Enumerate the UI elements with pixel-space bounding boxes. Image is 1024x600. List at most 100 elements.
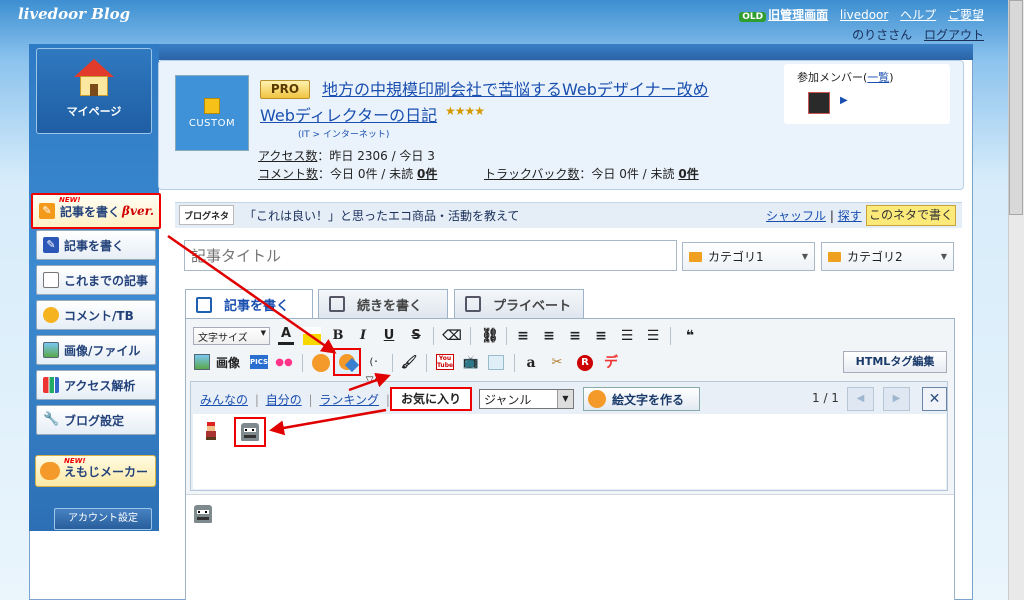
sidebar-item-comments[interactable]: コメント/TB [36,300,156,330]
sidebar-item-blog-settings[interactable]: 🔧 ブログ設定 [36,405,156,435]
text-color-icon[interactable]: A [278,327,294,345]
user-links: のりささん ログアウト [844,26,984,43]
mypage-button[interactable]: マイページ [36,48,152,134]
old-admin-link[interactable]: 旧管理画面 [768,8,828,22]
article-body-editor[interactable] [186,494,954,600]
bullet-list-icon[interactable]: ☰ [618,327,636,345]
blog-title-line2[interactable]: Webディレクターの日記 [260,102,437,126]
item-icon[interactable]: ✂ [548,354,566,372]
shuffle-link[interactable]: シャッフル [766,209,826,223]
wrench-icon: 🔧 [43,412,60,427]
de-icon[interactable]: デ [602,354,620,372]
quote-icon[interactable]: ❝ [680,327,700,345]
category2-value: カテゴリ2 [847,250,903,264]
sidebar-item-analytics[interactable]: アクセス解析 [36,370,156,400]
robot-emoji-selected[interactable] [234,417,266,447]
robot-emoji-inserted[interactable] [193,504,213,524]
image-icon [43,342,59,358]
access-label[interactable]: アクセス数 [258,149,317,163]
sidebar-item-write[interactable]: ✎ 記事を書く [36,230,156,260]
topic-links: シャッフル | 探す [766,209,862,223]
align-justify-icon[interactable]: ≡ [592,327,610,345]
italic-icon[interactable]: I [354,327,372,345]
rakuten-icon[interactable]: R [577,355,593,371]
account-settings-button[interactable]: アカウント設定 [54,508,152,530]
sidebar-item-write-beta[interactable]: NEW! ✎ 記事を書く βver. [31,193,161,229]
link-icon[interactable]: ⛓ [480,327,500,345]
pencil-icon: ✎ [39,203,55,219]
genre-select[interactable]: ジャンル ▼ [479,389,574,409]
align-left-icon[interactable]: ≡ [514,327,532,345]
comment-label[interactable]: コメント数 [258,167,318,181]
member-avatar[interactable] [808,92,830,114]
write-with-topic-button[interactable]: このネタで書く [866,205,956,226]
members-list-link[interactable]: 一覧 [867,71,889,84]
blog-title-line1[interactable]: 地方の中規模印刷会社で苦悩するWebデザイナー改め [322,76,709,100]
make-emoji-button[interactable]: 絵文字を作る [583,387,700,411]
bold-icon[interactable]: B [329,327,347,345]
emoji-picker-button[interactable] [333,348,361,376]
tab-ranking[interactable]: ランキング [319,393,379,407]
amazon-icon[interactable]: a [522,354,540,372]
prev-page-button[interactable]: ◀ [847,387,874,411]
widget-icon[interactable] [488,355,504,370]
emoji-icon[interactable] [312,354,330,372]
html-tag-edit-button[interactable]: HTMLタグ編集 [843,351,947,373]
trackback-label[interactable]: トラックバック数 [484,167,579,181]
kaomoji-icon[interactable]: (･▽･) [362,354,386,386]
top-links: OLD 旧管理画面 livedoor ヘルプ ご要望 [731,6,984,23]
eraser-icon[interactable]: ⌫ [442,327,462,345]
paint-icon[interactable]: 🖌 [400,354,418,372]
highlight-icon[interactable] [303,327,321,345]
tab-private[interactable]: プライベート [454,289,584,318]
beta-label: βver. [122,204,154,218]
tv-icon[interactable]: 📺 [462,354,480,372]
comment-unread[interactable]: 0件 [417,167,437,181]
image-button-label[interactable]: 画像 [214,354,242,372]
house-icon [74,59,114,99]
category2-select[interactable]: カテゴリ2 ▼ [821,242,954,271]
close-icon[interactable]: ✕ [922,387,947,411]
strikethrough-icon[interactable]: S [407,327,425,345]
folder-icon [689,251,702,262]
tab-favorites[interactable]: お気に入り [390,387,472,411]
comment-value: ：今日 0件 / 未読 [318,167,414,181]
article-title-input[interactable] [184,240,677,271]
flickr-icon[interactable]: ●● [275,354,293,372]
align-right-icon[interactable]: ≡ [566,327,584,345]
numbered-list-icon[interactable]: ☰ [644,327,662,345]
sidebar-item-images[interactable]: 画像/ファイル [36,335,156,365]
blog-category-link[interactable]: (IT > インターネット) [298,127,389,140]
sidebar-item-label: アクセス解析 [64,378,136,393]
old-badge: OLD [739,12,767,22]
pics-icon[interactable]: PICS [250,355,268,369]
logout-link[interactable]: ログアウト [924,28,984,42]
frame-header-strip [29,44,973,60]
next-page-button[interactable]: ▶ [883,387,910,411]
youtube-icon[interactable]: You Tube [436,354,454,370]
tab-mine[interactable]: 自分の [266,393,302,407]
underline-icon[interactable]: U [380,327,398,345]
mario-emoji[interactable] [205,422,217,440]
search-topic-link[interactable]: 探す [838,209,862,223]
font-size-select[interactable]: 文字サイズ ▼ [193,327,270,345]
blog-design-thumbnail[interactable]: CUSTOM [175,75,249,151]
sidebar-item-label: ブログ設定 [64,413,125,428]
livedoor-blog-logo[interactable]: livedoor Blog [18,5,130,23]
blog-topic-text[interactable]: 「これは良い！」と思ったエコ商品・活動を教えて [244,207,519,224]
tab-everyone[interactable]: みんなの [200,393,248,407]
sidebar-item-articles[interactable]: これまでの記事 [36,265,156,295]
feedback-link[interactable]: ご要望 [948,8,984,22]
category1-select[interactable]: カテゴリ1 ▼ [682,242,815,271]
tab-write[interactable]: 記事を書く [185,289,313,319]
tab-continue[interactable]: 続きを書く [318,289,448,318]
member-next-icon[interactable]: ▶ [840,95,848,106]
image-icon[interactable] [194,354,210,370]
align-center-icon[interactable]: ≡ [540,327,558,345]
trackback-unread[interactable]: 0件 [678,167,698,181]
emoji-maker-button[interactable]: NEW! えもじメーカー [35,455,156,487]
sidebar-item-label: 記事を書く [64,238,125,253]
help-link[interactable]: ヘルプ [900,8,936,22]
livedoor-link[interactable]: livedoor [840,8,888,22]
scrollbar-thumb[interactable] [1009,0,1023,215]
